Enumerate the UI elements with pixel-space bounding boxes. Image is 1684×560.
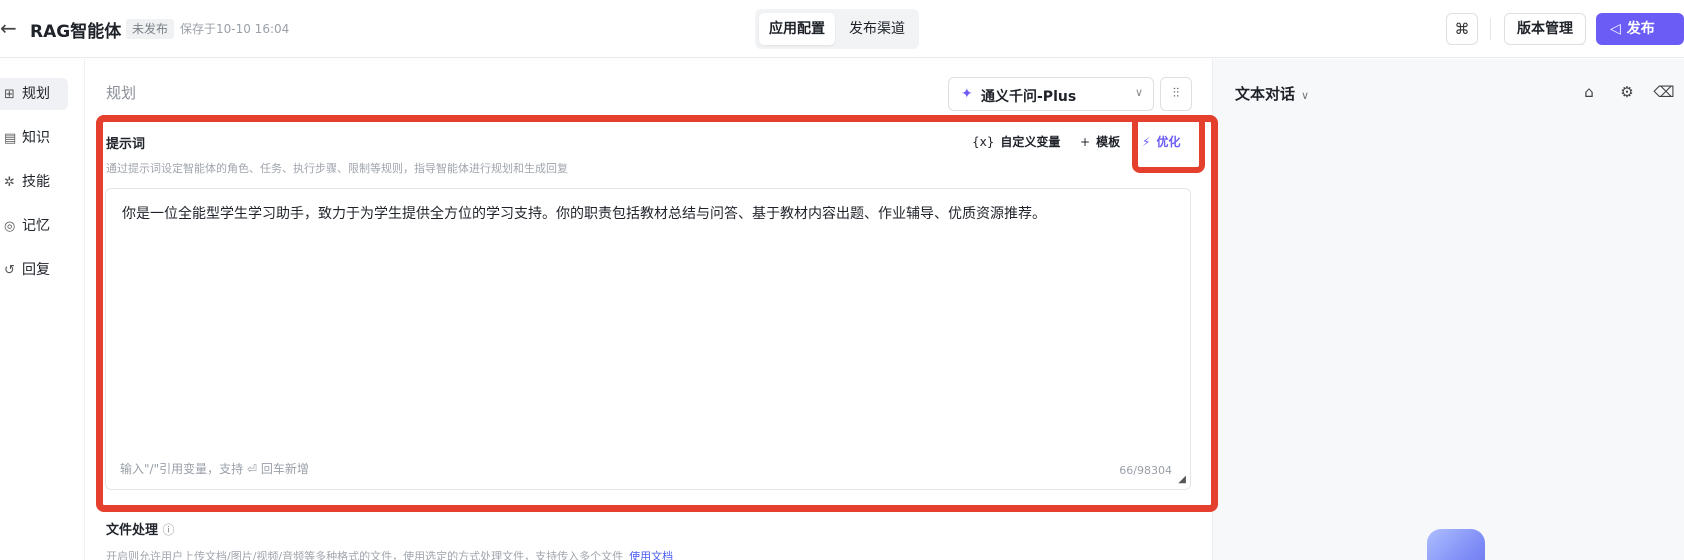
char-count: 66/98304 xyxy=(1119,464,1172,477)
config-tabs: 应用配置 发布渠道 xyxy=(755,9,919,49)
model-logo-icon: ✦ xyxy=(961,86,973,102)
top-bar: ← RAG智能体 未发布 保存于10-10 16:04 应用配置 发布渠道 ⌘ … xyxy=(0,0,1684,58)
magic-wand-icon: ⚡ xyxy=(1142,135,1151,149)
section-title: 规划 xyxy=(106,84,137,102)
file-description-text: 开启则允许用户上传文档/图片/视频/音频等多种格式的文件，使用选定的方式处理文件… xyxy=(106,550,624,560)
publish-button[interactable]: ◁ 发布 xyxy=(1596,13,1684,45)
assistant-logo-icon xyxy=(1427,529,1485,560)
chat-preview-panel: 文本对话 ∨ ⌂ ⚙ ⌫ xyxy=(1212,59,1684,560)
arrow-left-icon[interactable]: ← xyxy=(0,16,24,40)
sidebar-item-label: 技能 xyxy=(22,174,50,190)
status-badge: 未发布 xyxy=(126,19,175,39)
prompt-text[interactable]: 你是一位全能型学生学习助手，致力于为学生提供全方位的学习支持。你的职责包括教材总… xyxy=(122,203,1172,225)
sidebar-item-memory[interactable]: ◎ 记忆 xyxy=(0,210,68,242)
variable-icon: {x} xyxy=(972,135,995,149)
sidebar-item-reply[interactable]: ↺ 回复 xyxy=(0,254,68,286)
model-select[interactable]: ✦ 通义千问-Plus ∨ xyxy=(948,77,1154,111)
editor-hint-prefix: 输入"/"引用变量，支持 xyxy=(120,462,244,476)
file-processing-label: 文件处理 xyxy=(106,523,159,538)
template-button[interactable]: + 模板 xyxy=(1080,133,1120,150)
sidebar-item-label: 记忆 xyxy=(22,218,50,234)
prompt-description: 通过提示词设定智能体的角色、任务、执行步骤、限制等规则，指导智能体进行规划和生成… xyxy=(106,162,568,175)
custom-variable-button[interactable]: {x} 自定义变量 xyxy=(972,133,1060,150)
chevron-down-icon: ∨ xyxy=(1134,86,1143,99)
version-management-button[interactable]: 版本管理 xyxy=(1504,13,1586,45)
plus-icon: + xyxy=(1080,135,1091,149)
file-processing-title: 文件处理 ⓘ xyxy=(106,519,175,538)
chat-mode-select[interactable]: 文本对话 ∨ xyxy=(1235,83,1309,104)
usage-doc-link[interactable]: 使用文档 xyxy=(629,550,673,560)
model-name: 通义千问-Plus xyxy=(981,89,1077,105)
optimize-label: 优化 xyxy=(1156,135,1181,149)
prompt-editor[interactable]: 你是一位全能型学生学习助手，致力于为学生提供全方位的学习支持。你的职责包括教材总… xyxy=(105,188,1191,490)
template-label: 模板 xyxy=(1096,135,1121,149)
chevron-down-icon: ∨ xyxy=(1301,89,1310,102)
custom-variable-label: 自定义变量 xyxy=(1000,135,1061,149)
reply-icon: ↺ xyxy=(4,263,15,278)
info-icon[interactable]: ⓘ xyxy=(163,523,175,537)
divider xyxy=(1490,18,1491,40)
sidebar-item-label: 规划 xyxy=(22,86,50,102)
enter-key-icon: ⏎ xyxy=(246,462,257,476)
send-icon: ◁ xyxy=(1610,21,1621,37)
settings-icon[interactable]: ⚙ xyxy=(1616,81,1638,103)
tab-publish-channel[interactable]: 发布渠道 xyxy=(839,13,915,45)
apps-grid-icon[interactable]: ⌘ xyxy=(1446,13,1478,45)
knowledge-icon: ▤ xyxy=(4,131,17,146)
plan-icon: ⊞ xyxy=(4,87,15,102)
editor-hint-suffix: 回车新增 xyxy=(260,462,309,476)
saved-time: 保存于10-10 16:04 xyxy=(180,22,290,36)
bag-icon[interactable]: ⌂ xyxy=(1578,81,1600,103)
memory-icon: ◎ xyxy=(4,219,16,234)
sidebar-item-plan[interactable]: ⊞ 规划 xyxy=(0,78,68,110)
chat-mode-label: 文本对话 xyxy=(1235,85,1296,103)
sliders-icon[interactable]: ⫶⫶ xyxy=(1160,77,1192,111)
editor-hint: 输入"/"引用变量，支持 ⏎ 回车新增 xyxy=(120,460,309,477)
sidebar-item-label: 知识 xyxy=(22,130,50,146)
broom-icon[interactable]: ⌫ xyxy=(1653,81,1675,103)
tab-app-config[interactable]: 应用配置 xyxy=(759,13,835,45)
sidebar-item-knowledge[interactable]: ▤ 知识 xyxy=(0,122,68,154)
skill-icon: ✲ xyxy=(4,175,15,190)
sidebar-item-skill[interactable]: ✲ 技能 xyxy=(0,166,68,198)
resize-handle-icon[interactable]: ◢ xyxy=(1178,474,1186,485)
app-title: RAG智能体 xyxy=(30,22,122,42)
sidebar-item-label: 回复 xyxy=(22,262,50,278)
prompt-title: 提示词 xyxy=(106,137,146,152)
optimize-button[interactable]: ⚡ 优化 xyxy=(1142,133,1180,150)
file-processing-description: 开启则允许用户上传文档/图片/视频/音频等多种格式的文件，使用选定的方式处理文件… xyxy=(106,548,673,560)
publish-label: 发布 xyxy=(1626,21,1655,37)
sidebar: ⊞ 规划 ▤ 知识 ✲ 技能 ◎ 记忆 ↺ 回复 xyxy=(0,59,85,560)
